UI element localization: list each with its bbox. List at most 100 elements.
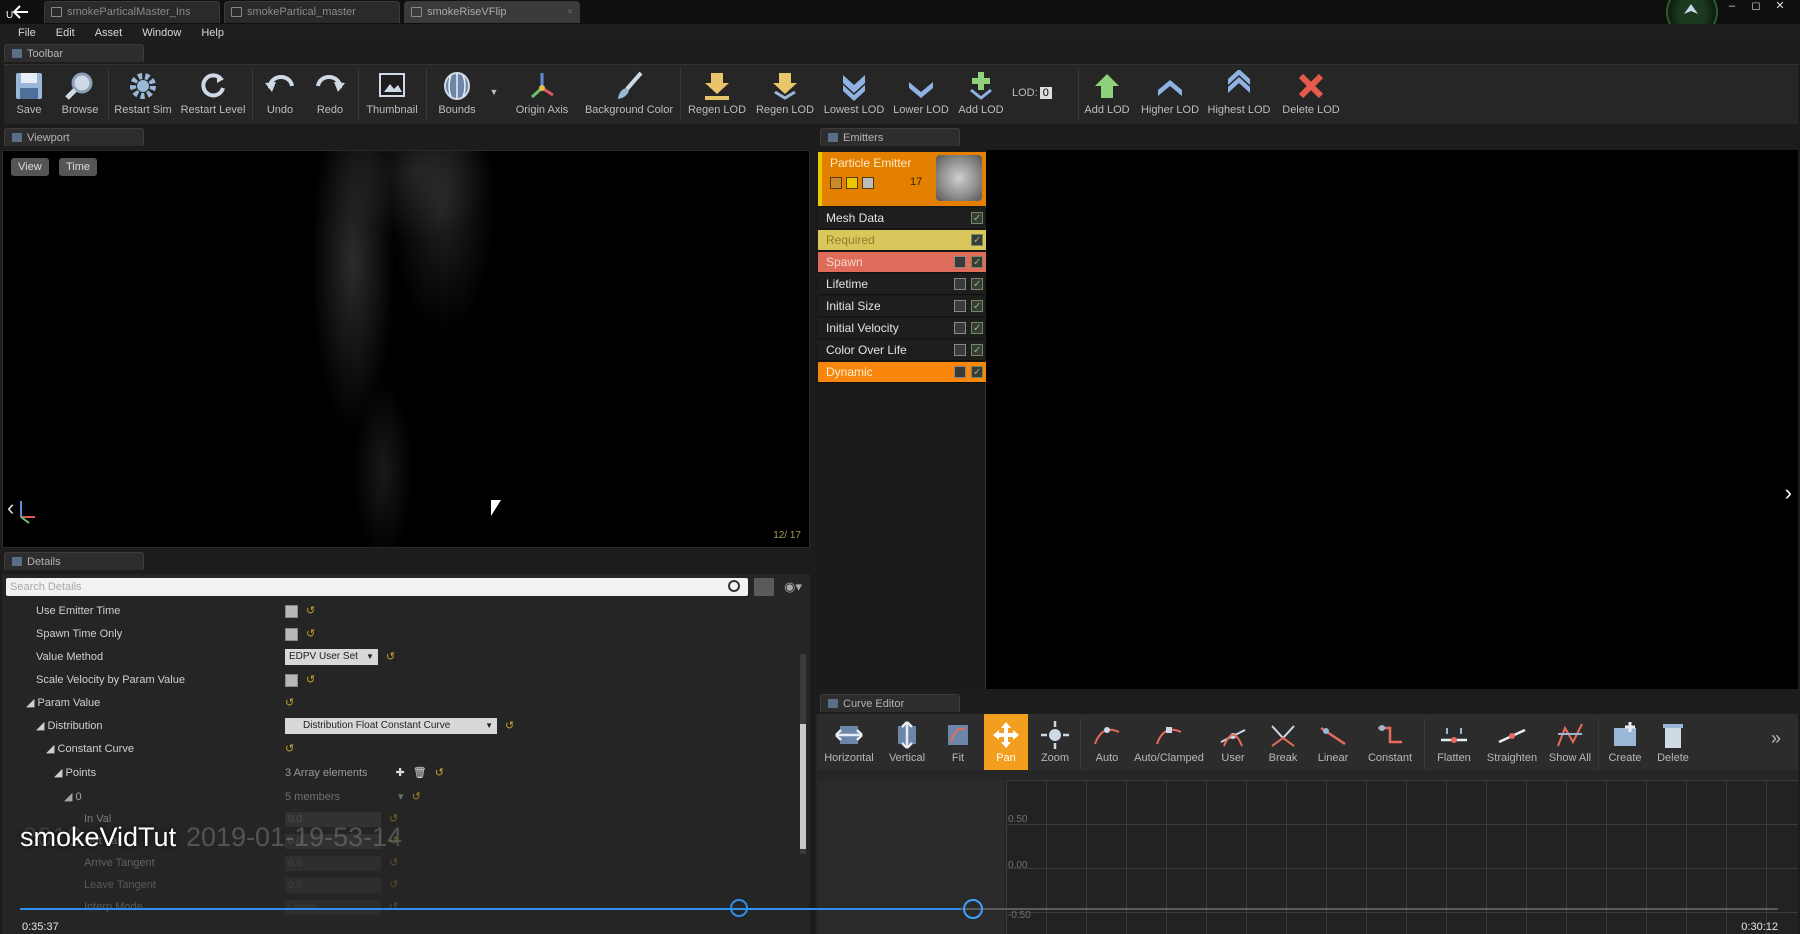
document-tab[interactable]: smokeParticalMaster_Ins	[44, 1, 220, 23]
zoom-button[interactable]: Zoom	[1032, 714, 1078, 770]
fit-button[interactable]: Fit	[936, 714, 980, 770]
lod-value[interactable]: 0	[1039, 87, 1052, 99]
menu-help[interactable]: Help	[191, 24, 234, 42]
add-lod-below-button[interactable]: Add LOD	[954, 65, 1008, 125]
toolbar-panel-tab[interactable]: Toolbar	[4, 44, 144, 62]
emitters-panel-tab[interactable]: Emitters	[820, 128, 960, 146]
property-row[interactable]: ◢ Points 3 Array elements ✚ 🗑 ↺	[2, 762, 798, 785]
reset-icon[interactable]: ↺	[306, 669, 315, 692]
reset-icon[interactable]: ↺	[389, 852, 398, 875]
reset-icon[interactable]: ↺	[389, 874, 398, 897]
module-dynamic[interactable]: Dynamic	[818, 362, 986, 383]
minimize-icon[interactable]: –	[1720, 0, 1744, 14]
checkbox[interactable]	[285, 627, 298, 641]
pan-button[interactable]: Pan	[984, 714, 1028, 770]
module-enabled-checkbox[interactable]	[971, 340, 983, 361]
search-icon[interactable]	[728, 580, 740, 592]
expand-triangle-icon[interactable]: ◢	[46, 743, 58, 755]
module-enabled-checkbox[interactable]	[971, 230, 983, 251]
reset-icon[interactable]: ↺	[505, 715, 514, 738]
background-color-button[interactable]: Background Color	[582, 65, 676, 125]
module-enabled-checkbox[interactable]	[971, 296, 983, 317]
document-tab-active[interactable]: smokeRiseVFlip ×	[404, 1, 580, 23]
chevron-right-icon[interactable]: ›	[1785, 480, 1792, 506]
property-row[interactable]: ◢ 0 5 members ▾ ↺	[2, 786, 798, 809]
grid-view-icon[interactable]	[754, 578, 774, 596]
module-lifetime[interactable]: Lifetime	[818, 274, 986, 295]
distribution-dropdown[interactable]: Distribution Float Constant Curve	[285, 718, 497, 735]
reset-icon[interactable]: ↺	[306, 623, 315, 646]
redo-button[interactable]: Redo	[306, 65, 354, 125]
checkbox[interactable]	[285, 604, 298, 618]
module-initial-velocity[interactable]: Initial Velocity	[818, 318, 986, 339]
maximize-icon[interactable]: ◻	[1744, 0, 1768, 14]
details-panel-tab[interactable]: Details	[4, 552, 144, 570]
view-button[interactable]: View	[11, 158, 49, 176]
expand-triangle-icon[interactable]: ◢	[54, 767, 66, 779]
vertical-button[interactable]: Vertical	[880, 714, 934, 770]
search-details-input[interactable]: Search Details	[6, 578, 748, 596]
linear-button[interactable]: Linear	[1308, 714, 1358, 770]
details-scrollbar[interactable]	[800, 654, 806, 854]
flatten-button[interactable]: Flatten	[1428, 714, 1480, 770]
emitter-column[interactable]: Particle Emitter 17 Mesh Data Required S…	[816, 150, 986, 689]
time-button[interactable]: Time	[59, 158, 98, 176]
property-row[interactable]: ◢ Constant Curve ↺	[2, 738, 798, 761]
trash-icon[interactable]: 🗑	[413, 762, 427, 785]
reset-icon[interactable]: ↺	[285, 738, 294, 761]
module-enabled-checkbox[interactable]	[971, 318, 983, 339]
checkbox[interactable]	[285, 673, 298, 687]
more-tools-button[interactable]: »	[1764, 714, 1788, 770]
module-required[interactable]: Required	[818, 230, 986, 251]
curve-graph[interactable]	[1006, 780, 1798, 934]
close-icon[interactable]: ×	[567, 2, 573, 23]
delete-button[interactable]: Delete	[1650, 714, 1696, 770]
curve-toggle-checkbox[interactable]	[954, 300, 966, 312]
emitter-header[interactable]: Particle Emitter 17	[818, 152, 986, 206]
module-enabled-checkbox[interactable]	[971, 274, 983, 295]
lod-selector[interactable]: LOD: 0	[1012, 65, 1052, 125]
emitters-panel[interactable]: Particle Emitter 17 Mesh Data Required S…	[816, 150, 1798, 689]
back-arrow-icon[interactable]: U	[6, 2, 36, 22]
module-color-over-life[interactable]: Color Over Life	[818, 340, 986, 361]
break-button[interactable]: Break	[1260, 714, 1306, 770]
lowest-lod-button[interactable]: Lowest LOD	[820, 65, 888, 125]
add-lod-above-button[interactable]: Add LOD	[1080, 65, 1134, 125]
render-mode-checkbox[interactable]	[862, 177, 874, 189]
curve-toggle-checkbox[interactable]	[954, 256, 966, 268]
browse-button[interactable]: Browse	[54, 65, 106, 125]
curve-toggle-checkbox[interactable]	[954, 278, 966, 290]
show-all-button[interactable]: Show All	[1544, 714, 1596, 770]
constant-button[interactable]: Constant	[1360, 714, 1420, 770]
menu-window[interactable]: Window	[132, 24, 191, 42]
scrollbar-thumb[interactable]	[800, 724, 806, 849]
module-enabled-checkbox[interactable]	[971, 208, 983, 229]
chevron-down-icon[interactable]: ▾	[398, 791, 404, 803]
expand-triangle-icon[interactable]: ◢	[36, 720, 48, 732]
reset-icon[interactable]: ↺	[386, 646, 395, 669]
origin-axis-button[interactable]: Origin Axis	[504, 65, 580, 125]
expand-triangle-icon[interactable]: ◢	[26, 697, 38, 709]
highest-lod-button[interactable]: Highest LOD	[1204, 65, 1274, 125]
module-mesh-data[interactable]: Mesh Data	[818, 208, 986, 229]
curve-toggle-checkbox[interactable]	[954, 322, 966, 334]
property-row[interactable]: ◢ Distribution Distribution Float Constan…	[2, 715, 798, 738]
property-row[interactable]: ◢ Param Value ↺	[2, 692, 798, 715]
thumbnail-button[interactable]: Thumbnail	[360, 65, 424, 125]
reset-icon[interactable]: ↺	[435, 762, 444, 785]
enable-checkbox[interactable]	[830, 177, 842, 189]
module-enabled-checkbox[interactable]	[971, 252, 983, 273]
user-button[interactable]: User	[1208, 714, 1258, 770]
arrive-tangent-field[interactable]: 0.0	[285, 855, 381, 871]
create-button[interactable]: Create	[1602, 714, 1648, 770]
restart-level-button[interactable]: Restart Level	[178, 65, 248, 125]
seek-marker[interactable]	[730, 899, 748, 917]
straighten-button[interactable]: Straighten	[1482, 714, 1542, 770]
leave-tangent-field[interactable]: 0.0	[285, 877, 381, 893]
delete-lod-button[interactable]: Delete LOD	[1278, 65, 1344, 125]
close-window-icon[interactable]: ✕	[1768, 0, 1792, 14]
reset-icon[interactable]: ↺	[412, 786, 421, 809]
viewport-panel-tab[interactable]: Viewport	[4, 128, 144, 146]
bounds-button[interactable]: Bounds	[428, 65, 486, 125]
curve-editor-panel-tab[interactable]: Curve Editor	[820, 694, 960, 712]
